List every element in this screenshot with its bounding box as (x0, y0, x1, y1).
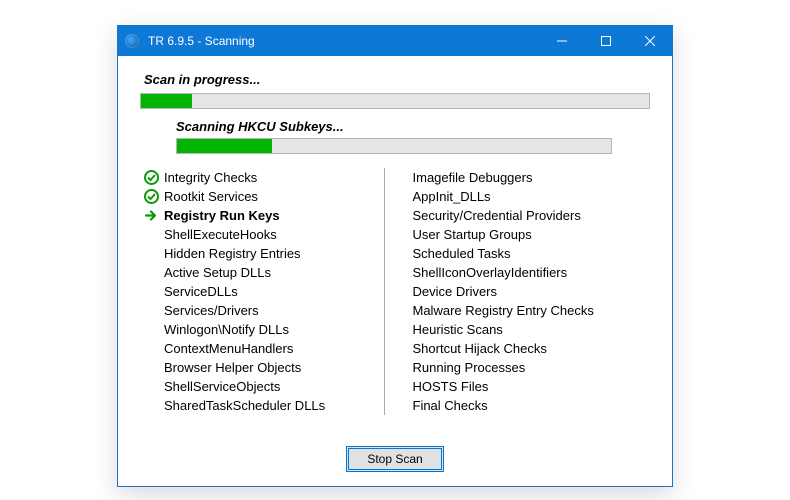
check-icon (144, 170, 159, 185)
maximize-button[interactable] (584, 26, 628, 56)
scan-item: Hidden Registry Entries (140, 244, 378, 263)
status-icon (140, 227, 162, 243)
stop-scan-button[interactable]: Stop Scan (346, 446, 443, 472)
scan-item: Final Checks (413, 396, 651, 415)
scan-item: ShellExecuteHooks (140, 225, 378, 244)
status-icon (140, 189, 162, 205)
arrow-right-icon (144, 208, 159, 223)
scan-items-right: Imagefile DebuggersAppInit_DLLsSecurity/… (385, 168, 651, 415)
scan-item: SharedTaskScheduler DLLs (140, 396, 378, 415)
window-title: TR 6.9.5 - Scanning (146, 34, 540, 48)
overall-progress-bar (140, 93, 650, 109)
scan-item-label: Running Processes (413, 358, 526, 377)
status-icon (140, 246, 162, 262)
overall-progress-fill (141, 94, 192, 108)
scan-item: Active Setup DLLs (140, 263, 378, 282)
scan-item-label: ShellServiceObjects (164, 377, 280, 396)
status-icon (140, 303, 162, 319)
minimize-icon (557, 36, 567, 46)
status-icon (140, 360, 162, 376)
app-icon (118, 26, 146, 56)
scan-item: ShellIconOverlayIdentifiers (413, 263, 651, 282)
scan-item-label: Scheduled Tasks (413, 244, 511, 263)
scan-item: Rootkit Services (140, 187, 378, 206)
scan-item-label: Active Setup DLLs (164, 263, 271, 282)
scan-item-label: Malware Registry Entry Checks (413, 301, 594, 320)
close-button[interactable] (628, 26, 672, 56)
app-window: TR 6.9.5 - Scanning Scan in progress... … (117, 25, 673, 487)
scan-item-label: HOSTS Files (413, 377, 489, 396)
scan-item: HOSTS Files (413, 377, 651, 396)
window-controls (540, 26, 672, 56)
scan-item: ShellServiceObjects (140, 377, 378, 396)
scan-item: Scheduled Tasks (413, 244, 651, 263)
status-icon (140, 170, 162, 186)
scan-item: Browser Helper Objects (140, 358, 378, 377)
scan-item-label: Heuristic Scans (413, 320, 503, 339)
scan-item-label: Browser Helper Objects (164, 358, 301, 377)
scan-items: Integrity ChecksRootkit ServicesRegistry… (140, 168, 650, 415)
sub-progress-fill (177, 139, 272, 153)
scan-item: Device Drivers (413, 282, 651, 301)
scan-item: Heuristic Scans (413, 320, 651, 339)
status-icon (140, 265, 162, 281)
scan-item: AppInit_DLLs (413, 187, 651, 206)
scan-items-left: Integrity ChecksRootkit ServicesRegistry… (140, 168, 385, 415)
scan-item-label: Hidden Registry Entries (164, 244, 301, 263)
scan-item-label: Winlogon\Notify DLLs (164, 320, 289, 339)
button-bar: Stop Scan (118, 446, 672, 472)
sub-section: Scanning HKCU Subkeys... (176, 119, 650, 154)
scan-item-label: Integrity Checks (164, 168, 257, 187)
sub-heading: Scanning HKCU Subkeys... (176, 119, 650, 134)
scan-item: Running Processes (413, 358, 651, 377)
scan-heading: Scan in progress... (144, 72, 650, 87)
scan-item-label: Services/Drivers (164, 301, 259, 320)
scan-item-label: Final Checks (413, 396, 488, 415)
scan-item-label: ServiceDLLs (164, 282, 238, 301)
sub-progress-bar (176, 138, 612, 154)
scan-item: Malware Registry Entry Checks (413, 301, 651, 320)
scan-item-label: ContextMenuHandlers (164, 339, 293, 358)
scan-item-label: ShellExecuteHooks (164, 225, 277, 244)
scan-item: Winlogon\Notify DLLs (140, 320, 378, 339)
titlebar[interactable]: TR 6.9.5 - Scanning (118, 26, 672, 56)
scan-item: Registry Run Keys (140, 206, 378, 225)
content-area: Scan in progress... Scanning HKCU Subkey… (118, 56, 672, 415)
scan-item: Services/Drivers (140, 301, 378, 320)
scan-item-label: Registry Run Keys (164, 206, 280, 225)
scan-item: Shortcut Hijack Checks (413, 339, 651, 358)
scan-item: ContextMenuHandlers (140, 339, 378, 358)
scan-item-label: Rootkit Services (164, 187, 258, 206)
scan-item-label: Device Drivers (413, 282, 498, 301)
scan-item-label: SharedTaskScheduler DLLs (164, 396, 325, 415)
scan-item-label: AppInit_DLLs (413, 187, 491, 206)
scan-item: ServiceDLLs (140, 282, 378, 301)
scan-item-label: Imagefile Debuggers (413, 168, 533, 187)
scan-item: Imagefile Debuggers (413, 168, 651, 187)
scan-item: User Startup Groups (413, 225, 651, 244)
scan-item: Integrity Checks (140, 168, 378, 187)
scan-item-label: ShellIconOverlayIdentifiers (413, 263, 568, 282)
maximize-icon (601, 36, 611, 46)
scan-item-label: Shortcut Hijack Checks (413, 339, 547, 358)
status-icon (140, 284, 162, 300)
status-icon (140, 322, 162, 338)
status-icon (140, 341, 162, 357)
status-icon (140, 208, 162, 224)
close-icon (645, 36, 655, 46)
check-icon (144, 189, 159, 204)
minimize-button[interactable] (540, 26, 584, 56)
scan-item-label: User Startup Groups (413, 225, 532, 244)
scan-item-label: Security/Credential Providers (413, 206, 581, 225)
status-icon (140, 379, 162, 395)
status-icon (140, 398, 162, 414)
scan-item: Security/Credential Providers (413, 206, 651, 225)
